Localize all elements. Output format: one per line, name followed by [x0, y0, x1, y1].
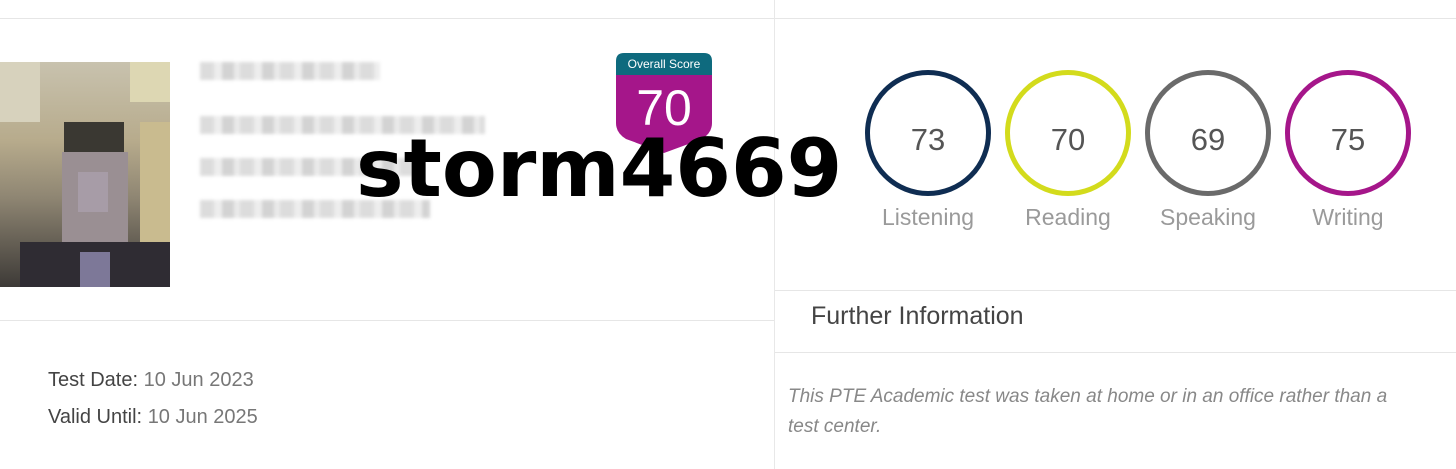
- valid-until-row: Valid Until: 10 Jun 2025: [48, 399, 258, 436]
- skill-score: 73: [910, 122, 946, 157]
- candidate-photo: [0, 62, 170, 287]
- skill-score: 70: [1050, 122, 1086, 157]
- column-divider: [774, 0, 775, 469]
- valid-until-label: Valid Until:: [48, 406, 143, 428]
- skill-name: Writing: [1312, 204, 1384, 230]
- further-information-line: test center.: [788, 416, 882, 437]
- skill-reading: 70 Reading: [1005, 70, 1131, 240]
- further-header-top-divider: [775, 290, 1456, 291]
- further-information-text: This PTE Academic test was taken at home…: [788, 382, 1456, 442]
- overall-score-label: Overall Score: [627, 57, 701, 71]
- further-information-line: This PTE Academic test was taken at home…: [788, 386, 1388, 407]
- test-date-label: Test Date:: [48, 369, 139, 391]
- further-information-title: Further Information: [811, 302, 1024, 330]
- top-divider-right: [775, 18, 1456, 19]
- skill-speaking: 69 Speaking: [1145, 70, 1271, 240]
- valid-until-value: 10 Jun 2025: [147, 406, 258, 428]
- test-date-value: 10 Jun 2023: [143, 369, 254, 391]
- score-report: Overall Score 70 73 Listening 70 Reading…: [0, 0, 1456, 469]
- further-header-bottom-divider: [775, 352, 1456, 353]
- profile-divider: [0, 320, 774, 321]
- redacted-candidate-name: [200, 62, 380, 80]
- test-date-row: Test Date: 10 Jun 2023: [48, 362, 258, 399]
- skill-score: 69: [1190, 122, 1226, 157]
- test-dates: Test Date: 10 Jun 2023 Valid Until: 10 J…: [48, 362, 258, 436]
- watermark-text: storm4669: [356, 122, 843, 215]
- skill-writing: 75 Writing: [1285, 70, 1411, 240]
- skill-listening: 73 Listening: [865, 70, 991, 240]
- skill-score: 75: [1330, 122, 1366, 157]
- top-divider-left: [0, 18, 774, 19]
